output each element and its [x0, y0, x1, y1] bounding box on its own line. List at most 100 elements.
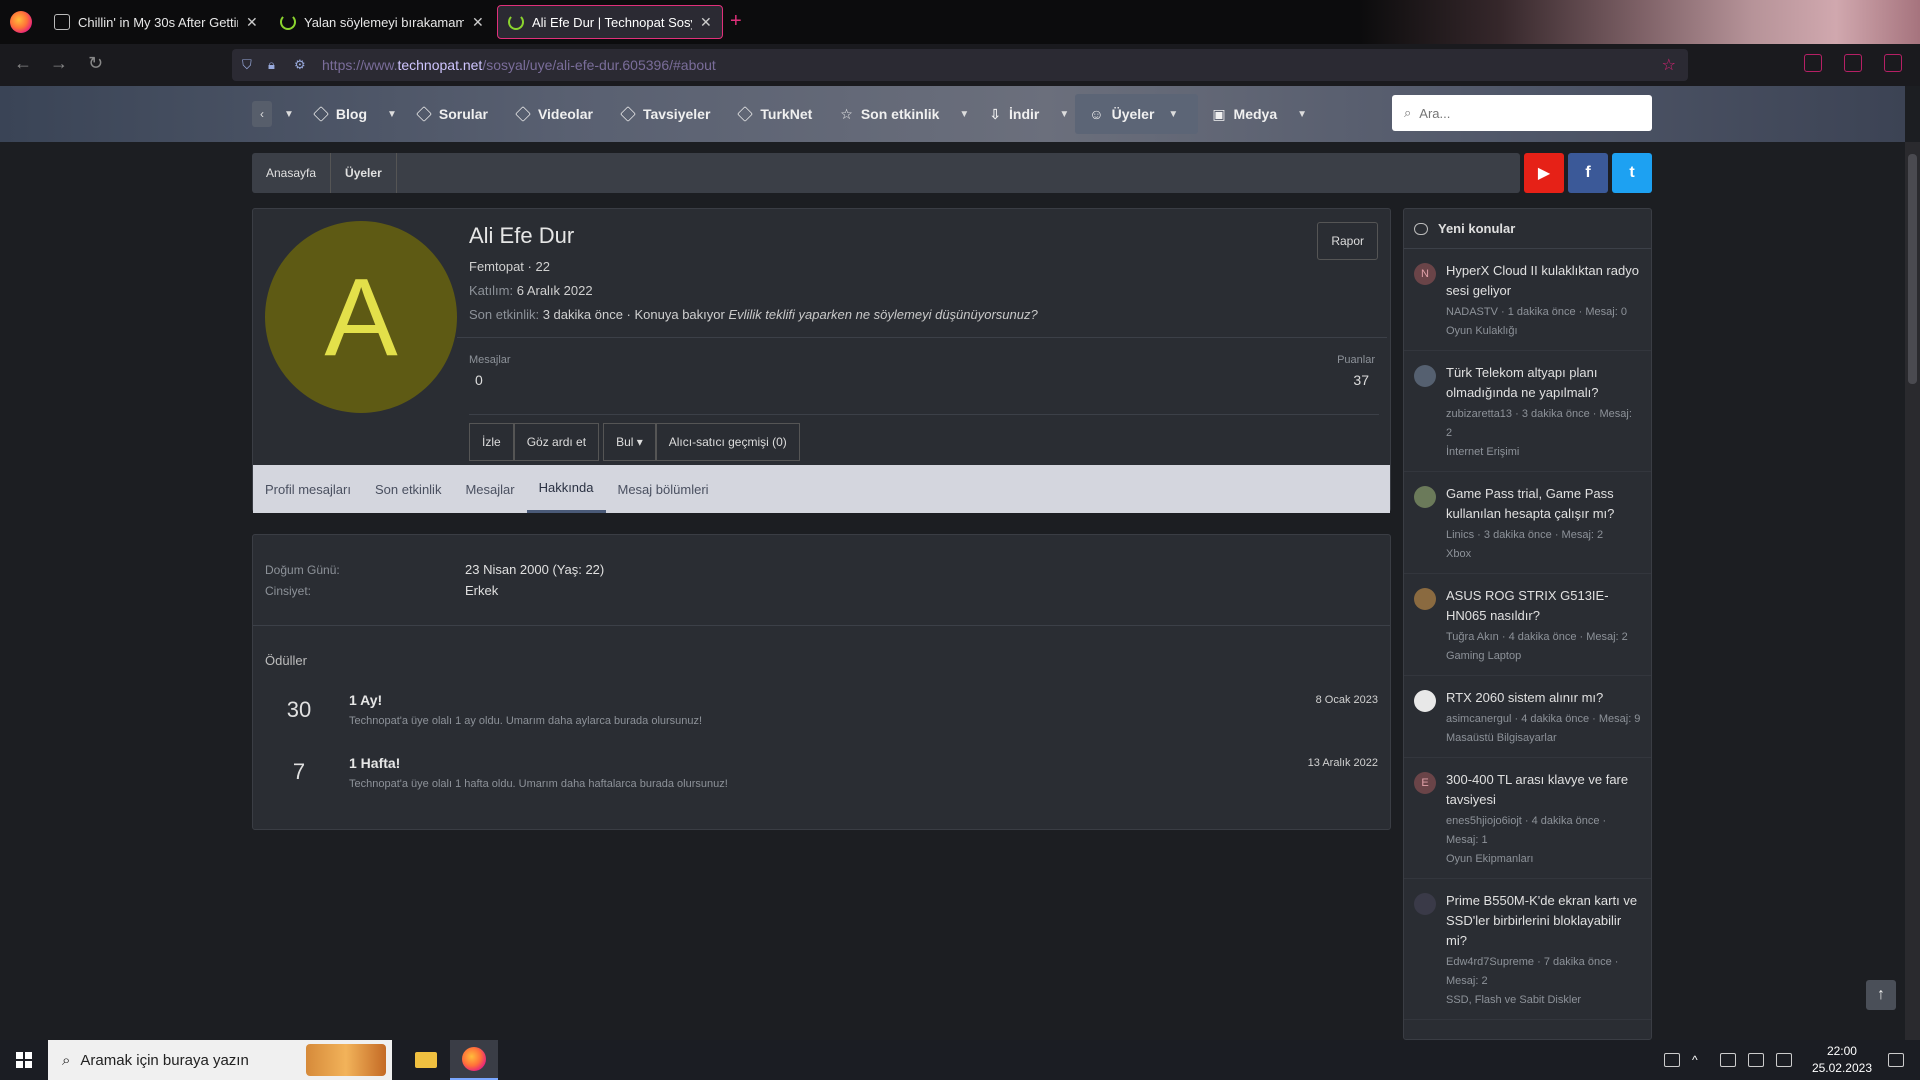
tag-icon [737, 106, 754, 122]
chevron-down-icon[interactable]: ▼ [953, 109, 975, 120]
avatar[interactable]: E [1414, 772, 1436, 794]
breadcrumb-home[interactable]: Anasayfa [252, 153, 332, 193]
search-input[interactable] [1419, 105, 1620, 121]
nav-videolar[interactable]: Videolar [502, 94, 607, 134]
trade-history-button[interactable]: Alıcı-satıcı geçmişi (0) [655, 423, 800, 461]
nav-indir[interactable]: ⇩ İndir [975, 94, 1053, 134]
chevron-down-icon[interactable]: ▼ [381, 109, 403, 120]
avatar[interactable]: N [1414, 263, 1436, 285]
firefox-taskbar-icon[interactable] [450, 1040, 498, 1080]
nav-uyeler[interactable]: ☺ Üyeler ▼ [1075, 94, 1199, 134]
reload-icon[interactable]: ↻ [88, 53, 103, 74]
avatar[interactable] [1414, 893, 1436, 915]
thread-forum-link[interactable]: SSD, Flash ve Sabit Diskler [1446, 991, 1641, 1009]
find-dropdown[interactable]: Bul ▾ [603, 423, 656, 461]
list-item[interactable]: Türk Telekom altyapı planı olmadığında n… [1404, 351, 1651, 472]
scrollbar-thumb[interactable] [1908, 154, 1917, 384]
report-button[interactable]: Rapor [1317, 222, 1378, 260]
nav-son-etkinlik[interactable]: ☆ Son etkinlik [826, 94, 953, 134]
chevron-down-icon[interactable]: ▼ [1291, 109, 1313, 120]
notifications-icon[interactable] [1888, 1053, 1904, 1067]
file-explorer-icon[interactable] [402, 1040, 450, 1080]
twitter-icon[interactable]: t [1612, 153, 1652, 193]
browser-tab-active[interactable]: Ali Efe Dur | Technopat Sosyal ✕ [497, 5, 723, 39]
thread-forum-link[interactable]: Xbox [1446, 545, 1641, 563]
bookmark-star-icon[interactable]: ☆ [1662, 55, 1676, 75]
nav-turknet[interactable]: TurkNet [724, 94, 826, 134]
points-count[interactable]: 37 [1353, 372, 1369, 388]
taskbar-search[interactable]: ⌕ Aramak için buraya yazın [48, 1040, 392, 1080]
close-icon[interactable]: ✕ [700, 14, 712, 31]
nav-sorular[interactable]: Sorular [403, 94, 502, 134]
url-bar[interactable]: ⛉ 🔒︎ ⚙ https://www.technopat.net/sosyal/… [232, 49, 1688, 81]
site-search[interactable]: ⌕ [1392, 95, 1652, 131]
avatar[interactable] [1414, 588, 1436, 610]
youtube-icon[interactable]: ▶ [1524, 153, 1564, 193]
page-scrollbar[interactable] [1905, 142, 1920, 1040]
chevron-down-icon[interactable]: ▼ [278, 109, 300, 120]
thread-forum-link[interactable]: Oyun Ekipmanları [1446, 850, 1641, 868]
thread-forum-link[interactable]: Masaüstü Bilgisayarlar [1446, 729, 1641, 747]
nav-blog[interactable]: Blog [300, 94, 381, 134]
chevron-up-icon[interactable]: ^ [1692, 1053, 1708, 1067]
forward-arrow-icon[interactable]: → [50, 53, 68, 74]
close-icon[interactable]: ✕ [472, 14, 484, 31]
avatar[interactable] [1414, 365, 1436, 387]
list-item[interactable]: E 300-400 TL arası klavye ve fare tavsiye… [1404, 758, 1651, 879]
thread-forum-link[interactable]: Oyun Kulaklığı [1446, 322, 1641, 340]
tab-messages[interactable]: Mesajlar [453, 465, 526, 513]
nav-medya[interactable]: ▣ Medya [1198, 94, 1291, 134]
thread-forum-link[interactable]: İnternet Erişimi [1446, 443, 1641, 461]
thread-forum-link[interactable]: Gaming Laptop [1446, 647, 1641, 665]
keyboard-icon[interactable] [1663, 1053, 1680, 1067]
back-arrow-icon[interactable]: ← [14, 53, 32, 74]
browser-tab[interactable]: Chillin' in My 30s After Getting F ✕ [44, 5, 268, 39]
ignore-button[interactable]: Göz ardı et [513, 423, 600, 461]
thread-title-link[interactable]: HyperX Cloud II kulaklıktan radyo sesi g… [1446, 261, 1641, 301]
scroll-top-button[interactable]: ↑ [1866, 980, 1896, 1010]
thread-title-link[interactable]: RTX 2060 sistem alınır mı? [1446, 688, 1641, 708]
follow-button[interactable]: İzle [469, 423, 514, 461]
extensions-icon[interactable] [1844, 54, 1862, 72]
list-item[interactable]: Prime B550M-K'de ekran kartı ve SSD'ler … [1404, 879, 1651, 1020]
tab-about[interactable]: Hakkında [526, 465, 606, 513]
tab-latest-activity[interactable]: Son etkinlik [363, 465, 453, 513]
menu-icon[interactable] [1884, 54, 1902, 72]
new-tab-button[interactable]: + [730, 10, 742, 33]
list-item[interactable]: Game Pass trial, Game Pass kullanılan he… [1404, 472, 1651, 574]
volume-icon[interactable] [1775, 1053, 1792, 1067]
url-text[interactable]: https://www.technopat.net/sosyal/uye/ali… [322, 57, 716, 73]
permissions-icon[interactable]: ⚙ [294, 57, 310, 73]
close-icon[interactable]: ✕ [246, 14, 258, 31]
breadcrumb-members[interactable]: Üyeler [331, 153, 397, 193]
clock[interactable]: 22:00 25.02.2023 [1812, 1043, 1872, 1077]
start-button[interactable] [0, 1040, 48, 1080]
chevron-down-icon[interactable]: ▼ [1053, 109, 1075, 120]
avatar[interactable] [1414, 486, 1436, 508]
chevron-down-icon[interactable]: ▼ [1162, 109, 1184, 120]
thread-title-link[interactable]: Prime B550M-K'de ekran kartı ve SSD'ler … [1446, 891, 1641, 951]
nav-back-button[interactable]: ‹ [252, 101, 272, 127]
network-icon[interactable] [1747, 1053, 1764, 1067]
shield-icon[interactable]: ⛉ [242, 57, 258, 73]
activity-topic-link[interactable]: Evlilik teklifi yaparken ne söylemeyi dü… [728, 307, 1037, 322]
messages-count[interactable]: 0 [475, 372, 483, 388]
list-item[interactable]: RTX 2060 sistem alınır mı? asimcanergul ·… [1404, 676, 1651, 758]
nav-tavsiyeler[interactable]: Tavsiyeler [607, 94, 724, 134]
lock-icon[interactable]: 🔒︎ [268, 57, 284, 73]
device-icon[interactable] [1719, 1053, 1736, 1067]
tab-message-sections[interactable]: Mesaj bölümleri [606, 465, 721, 513]
avatar[interactable] [1414, 690, 1436, 712]
thread-title-link[interactable]: Türk Telekom altyapı planı olmadığında n… [1446, 363, 1641, 403]
list-item[interactable]: N HyperX Cloud II kulaklıktan radyo sesi … [1404, 249, 1651, 351]
thread-title-link[interactable]: ASUS ROG STRIX G513IE-HN065 nasıldır? [1446, 586, 1641, 626]
tab-profile-posts[interactable]: Profil mesajları [253, 465, 363, 513]
firefox-menu-icon[interactable] [10, 11, 32, 33]
browser-tab[interactable]: Yalan söylemeyi bırakamamak r ✕ [270, 5, 494, 39]
pocket-icon[interactable] [1804, 54, 1822, 72]
thread-title-link[interactable]: Game Pass trial, Game Pass kullanılan he… [1446, 484, 1641, 524]
thread-title-link[interactable]: 300-400 TL arası klavye ve fare tavsiyes… [1446, 770, 1641, 810]
list-item[interactable]: ASUS ROG STRIX G513IE-HN065 nasıldır? Tuğ… [1404, 574, 1651, 676]
avatar[interactable]: A [265, 221, 457, 413]
facebook-icon[interactable]: f [1568, 153, 1608, 193]
